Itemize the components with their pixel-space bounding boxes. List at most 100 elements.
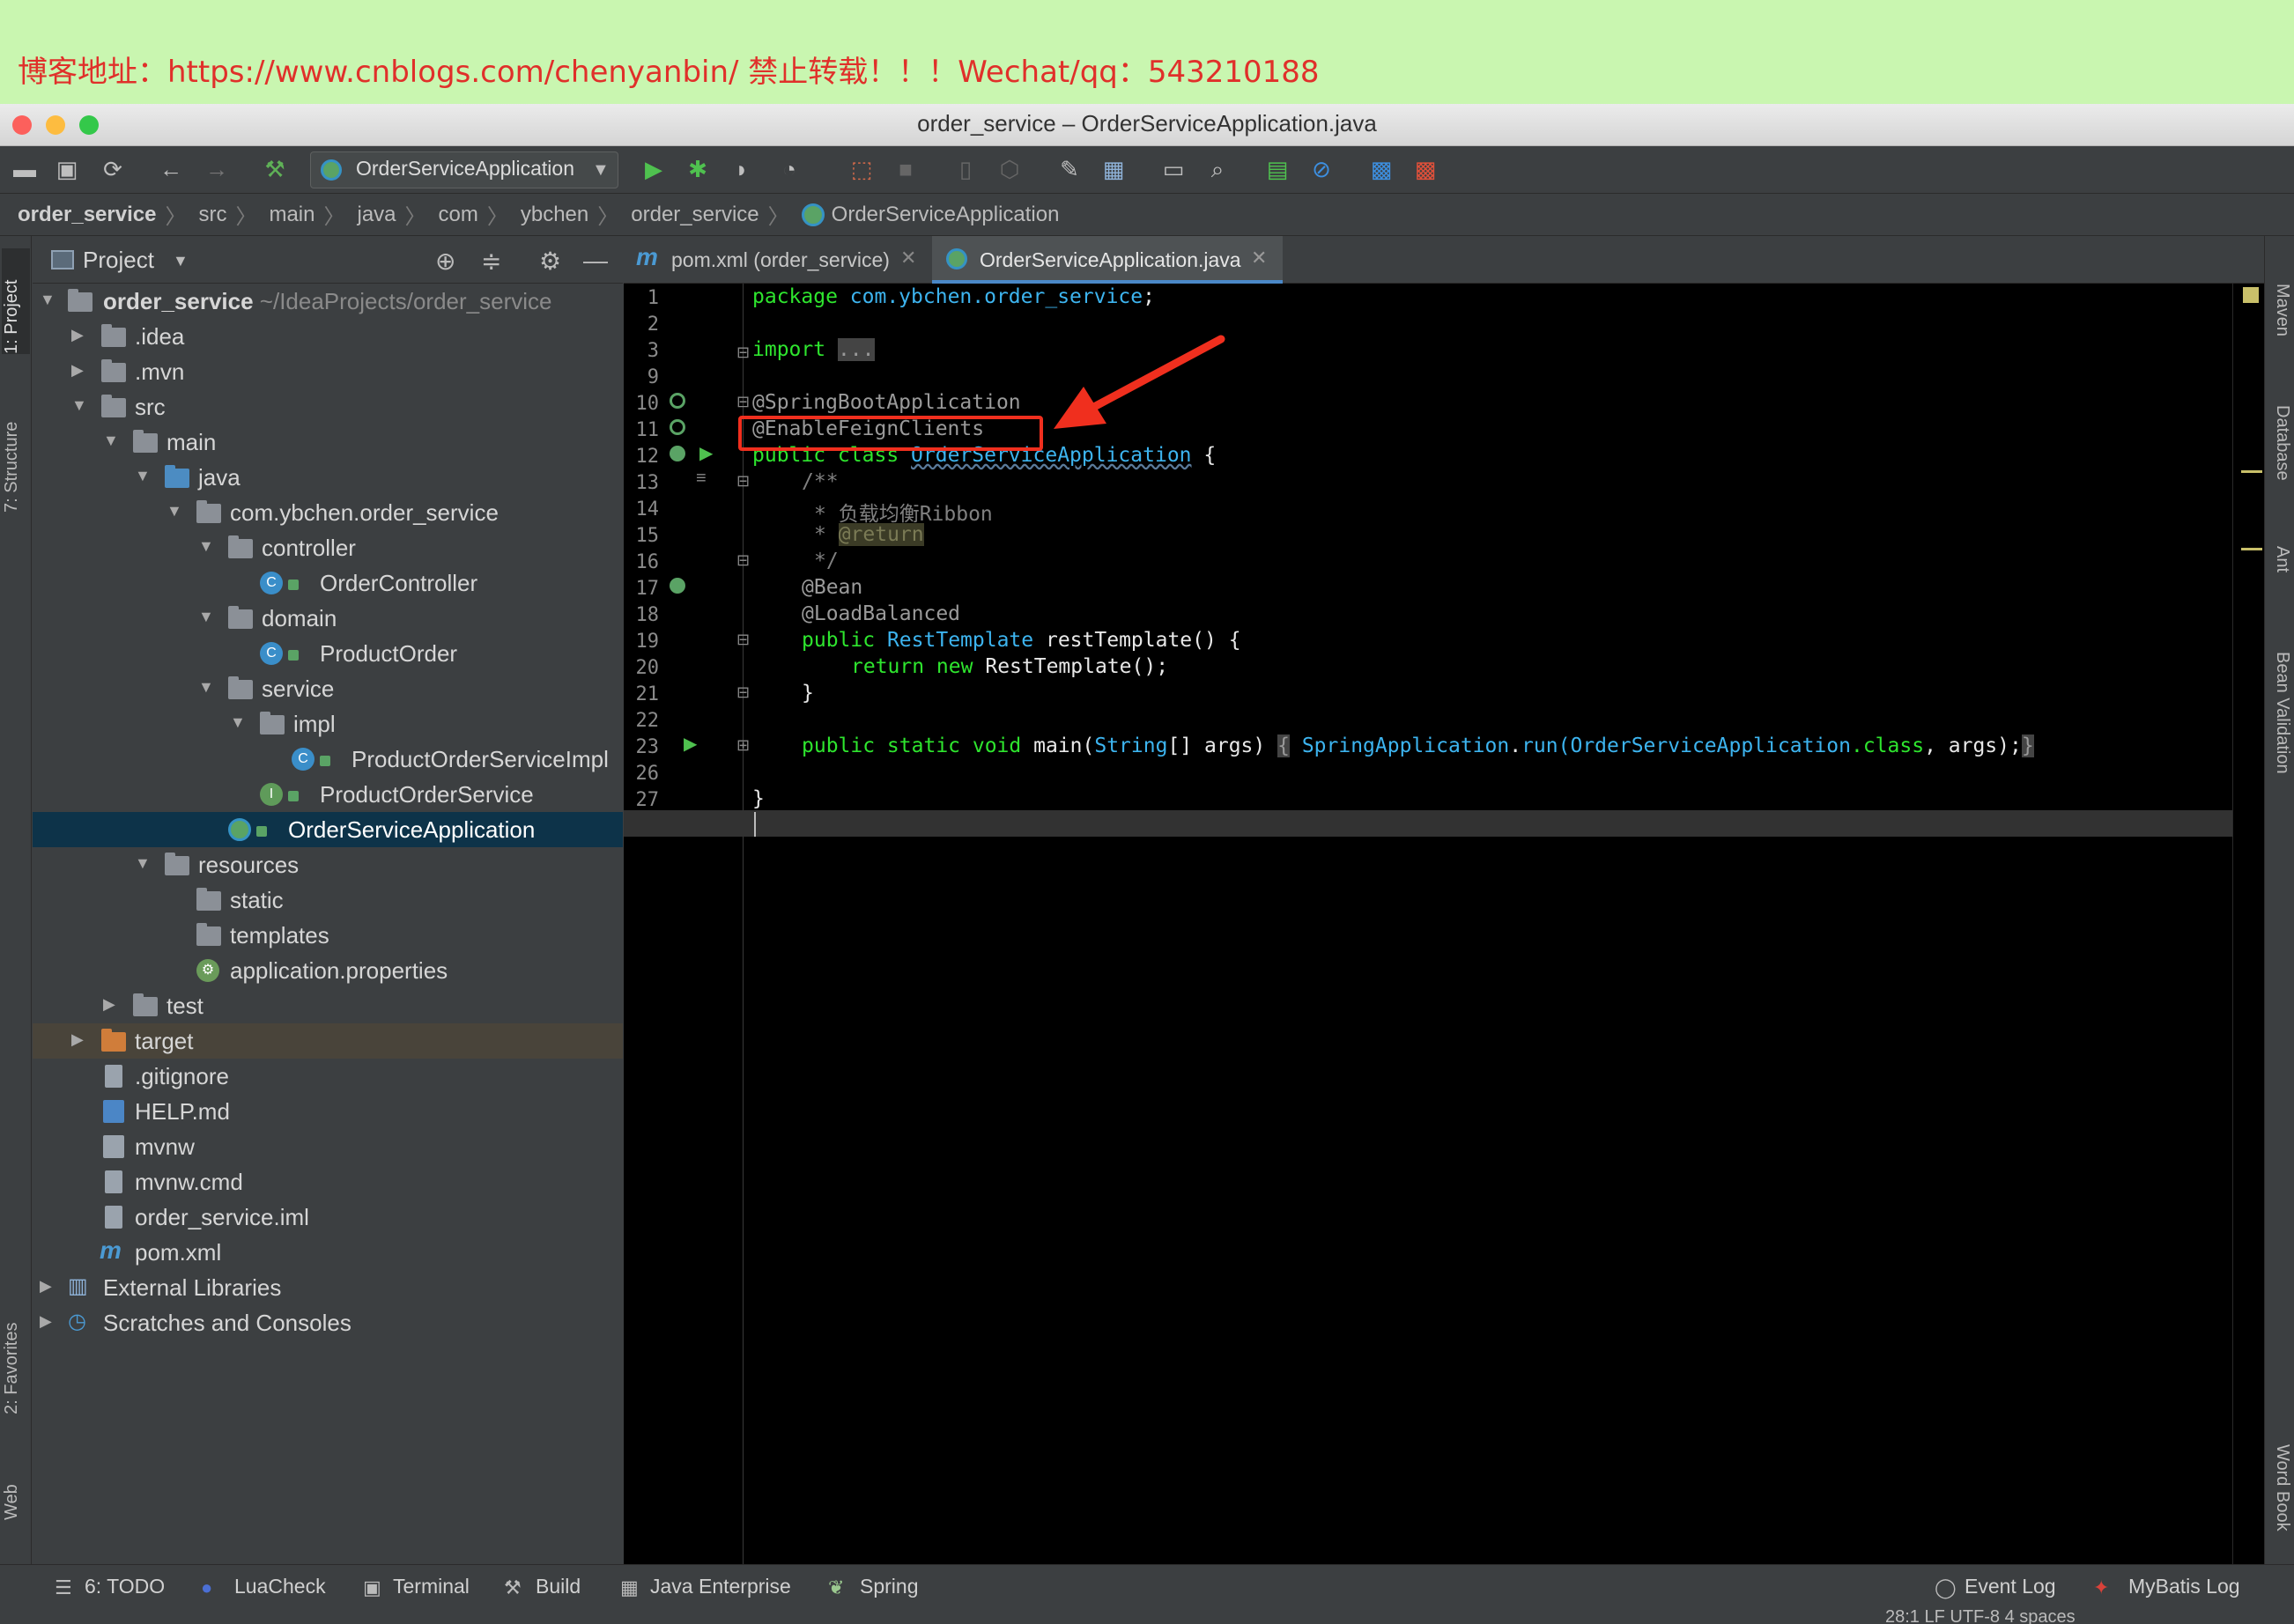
run-gutter-icon[interactable]: ▶ — [699, 442, 713, 464]
tab-build[interactable]: Build — [536, 1575, 581, 1598]
fold-icon[interactable]: ⊟ — [736, 472, 750, 491]
chevron-down-icon[interactable]: ▼ — [135, 467, 152, 485]
tree-item[interactable]: C ProductOrderServiceImpl — [33, 742, 623, 777]
project-structure-icon[interactable]: ▦ — [1099, 155, 1128, 183]
fold-icon[interactable]: ⊞ — [736, 736, 750, 755]
tab-event-log[interactable]: Event Log — [1965, 1575, 2056, 1598]
tree-item[interactable]: I ProductOrderService — [33, 777, 623, 812]
chevron-down-icon[interactable]: ▼ — [40, 291, 57, 309]
tree-item[interactable]: C OrderController — [33, 565, 623, 601]
tab-luacheck[interactable]: LuaCheck — [234, 1575, 326, 1598]
tab-spring[interactable]: Spring — [860, 1575, 918, 1598]
tree-item[interactable]: ▼ resources — [33, 847, 623, 882]
chevron-down-icon[interactable]: ▼ — [71, 396, 89, 415]
breadcrumb-item[interactable]: java — [357, 203, 396, 227]
breadcrumb-item[interactable]: order_service — [18, 203, 156, 227]
open-folder-icon[interactable]: ▬ — [11, 155, 39, 183]
tree-item[interactable]: templates — [33, 918, 623, 953]
tree-item[interactable]: ▼ java — [33, 460, 623, 495]
block-icon[interactable]: ⊘ — [1307, 155, 1336, 183]
tree-item[interactable]: ▶ target — [33, 1023, 623, 1059]
tree-item[interactable]: C ProductOrder — [33, 636, 623, 671]
breadcrumb-item[interactable]: src — [198, 203, 226, 227]
tree-item[interactable]: ▶ ◷ Scratches and Consoles — [33, 1305, 623, 1340]
spring-bean-icon[interactable] — [670, 393, 685, 409]
dependencies-icon[interactable]: ⬡ — [995, 155, 1024, 183]
vm-monitor-icon[interactable]: ▤ — [1263, 155, 1291, 183]
tree-item[interactable]: order_service.iml — [33, 1200, 623, 1235]
tab-database[interactable]: Database — [2268, 405, 2292, 502]
fold-icon[interactable]: ⊟ — [736, 393, 750, 411]
run-icon[interactable]: ▶ — [640, 155, 668, 183]
build-hammer-icon[interactable]: ⚒ — [261, 155, 289, 183]
tree-item[interactable]: ▼ domain — [33, 601, 623, 636]
settings-wrench-icon[interactable]: ✎ — [1055, 155, 1084, 183]
coverage-icon[interactable]: ◗ — [728, 155, 756, 183]
warning-marker[interactable] — [2241, 470, 2262, 473]
tab-terminal[interactable]: Terminal — [393, 1575, 470, 1598]
fold-icon[interactable]: ⊟ — [736, 343, 750, 362]
chevron-down-icon[interactable]: ▼ — [103, 432, 121, 450]
fold-icon[interactable]: ⊟ — [736, 631, 750, 649]
tree-item[interactable]: ⚙ application.properties — [33, 953, 623, 988]
tree-item[interactable]: ▼ src — [33, 389, 623, 424]
tree-item-order-service[interactable]: ▼ order_service ~/IdeaProjects/order_ser… — [33, 284, 623, 319]
breadcrumb-item[interactable]: ybchen — [521, 203, 588, 227]
tab-java-enterprise[interactable]: Java Enterprise — [650, 1575, 791, 1598]
translate-icon[interactable]: ▩ — [1367, 155, 1395, 183]
close-icon[interactable]: ✕ — [900, 247, 916, 269]
breadcrumb-item[interactable]: order_service — [631, 203, 758, 227]
chevron-down-icon[interactable]: ▼ — [198, 537, 216, 556]
project-view-select[interactable]: Project — [83, 247, 154, 274]
tab-web[interactable]: Web — [2, 1476, 30, 1520]
collapse-all-icon[interactable]: ≑ — [481, 247, 501, 276]
tab-pom-xml[interactable]: pom.xml (order_service) — [671, 248, 890, 272]
chevron-right-icon[interactable]: ▶ — [71, 361, 89, 380]
save-icon[interactable]: ▣ — [53, 155, 81, 183]
forward-arrow-icon[interactable]: → — [203, 155, 231, 183]
tab-bean-validation[interactable]: Bean Validation — [2268, 652, 2292, 801]
breadcrumb-item[interactable]: main — [269, 203, 314, 227]
chevron-right-icon[interactable]: ▶ — [40, 1312, 57, 1331]
tree-item[interactable]: ▼ impl — [33, 706, 623, 742]
inspection-status-icon[interactable] — [2243, 287, 2259, 303]
breadcrumb-item[interactable]: com — [439, 203, 478, 227]
warning-marker[interactable] — [2241, 548, 2262, 550]
breadcrumb-item[interactable]: OrderServiceApplication — [832, 203, 1060, 227]
tree-item[interactable]: mvnw.cmd — [33, 1164, 623, 1200]
tab-todo[interactable]: 6: TODO — [85, 1575, 165, 1598]
chevron-down-icon[interactable]: ▼ — [173, 252, 189, 270]
rerun-icon[interactable]: ⬚ — [847, 155, 876, 183]
tree-item[interactable]: .gitignore — [33, 1059, 623, 1094]
tree-item[interactable]: ▶ .mvn — [33, 354, 623, 389]
chevron-down-icon[interactable]: ▼ — [230, 713, 248, 732]
sync-icon[interactable]: ⟳ — [99, 155, 127, 183]
spring-bean-icon[interactable] — [670, 578, 685, 594]
tree-item[interactable]: ▼ controller — [33, 530, 623, 565]
tab-ant[interactable]: Ant — [2268, 546, 2292, 590]
back-arrow-icon[interactable]: ← — [157, 155, 185, 183]
chevron-right-icon[interactable]: ▶ — [103, 995, 121, 1014]
tree-item[interactable]: ▶ test — [33, 988, 623, 1023]
tree-item[interactable]: ▶ ▥ External Libraries — [33, 1270, 623, 1305]
debug-icon[interactable]: ✱ — [684, 155, 712, 183]
tab-mybatis-log[interactable]: MyBatis Log — [2128, 1575, 2240, 1598]
terminal-icon[interactable]: ▭ — [1159, 155, 1188, 183]
chevron-down-icon[interactable]: ▼ — [135, 854, 152, 873]
fold-icon[interactable]: ⊟ — [736, 683, 750, 702]
translate-replace-icon[interactable]: ▩ — [1411, 155, 1439, 183]
tree-item[interactable]: ▼ service — [33, 671, 623, 706]
tree-item-selected[interactable]: OrderServiceApplication — [33, 812, 623, 847]
spring-bean-icon[interactable] — [670, 446, 685, 461]
profile-icon[interactable]: ◔ — [775, 155, 803, 183]
tab-maven[interactable]: Maven — [2268, 284, 2292, 354]
gear-icon[interactable]: ⚙ — [539, 247, 561, 276]
chevron-right-icon[interactable]: ▶ — [71, 326, 89, 344]
search-icon[interactable]: ⌕ — [1203, 155, 1232, 183]
chevron-right-icon[interactable]: ▶ — [40, 1277, 57, 1296]
tab-project[interactable]: 1: Project — [2, 248, 30, 354]
chevron-down-icon[interactable]: ▼ — [198, 608, 216, 626]
attach-debugger-icon[interactable]: ▯ — [951, 155, 980, 183]
run-gutter-icon[interactable]: ▶ — [684, 733, 697, 755]
hide-panel-icon[interactable]: — — [583, 247, 608, 275]
